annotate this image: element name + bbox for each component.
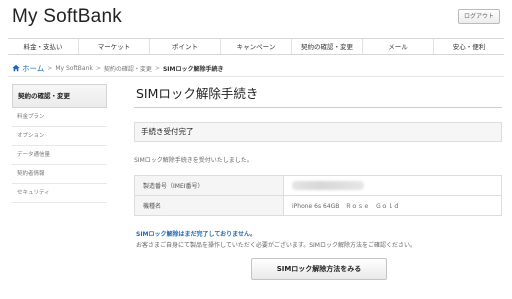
breadcrumb-mysoftbank[interactable]: My SoftBank bbox=[55, 65, 93, 72]
sidebar-item-plan[interactable]: 料金プラン bbox=[12, 108, 107, 127]
breadcrumb-contract[interactable]: 契約の確認・変更 bbox=[104, 64, 152, 73]
global-nav: 料金・支払い マーケット ポイント キャンペーン 契約の確認・変更 メール 安心… bbox=[8, 38, 504, 55]
sidebar-item-options[interactable]: オプション bbox=[12, 127, 107, 146]
nav-item-campaign[interactable]: キャンペーン bbox=[221, 39, 292, 54]
instruction-text: お客さまご自身にて製品を操作していただく必要がございます。SIMロック解除方法を… bbox=[136, 242, 416, 249]
imei-label: 製造番号（IMEI番号） bbox=[134, 175, 284, 196]
title-divider bbox=[134, 107, 502, 108]
nav-item-contract[interactable]: 契約の確認・変更 bbox=[292, 39, 363, 54]
model-value: iPhone 6s 64GB Ｒｏｓｅ Ｇｏｌｄ bbox=[283, 195, 502, 216]
main-content: SIMロック解除手続き 手続き受付完了 SIMロック解除手続きを受付いたしました… bbox=[134, 84, 502, 164]
brand-logo[interactable]: My SoftBank bbox=[12, 6, 122, 28]
device-info-table: 製造番号（IMEI番号） 機種名 iPhone 6s 64GB Ｒｏｓｅ Ｇｏｌ… bbox=[134, 175, 502, 216]
sidebar-item-data-usage[interactable]: データ通信量 bbox=[12, 146, 107, 165]
breadcrumb: ホーム > My SoftBank > 契約の確認・変更 > SIMロック解除手… bbox=[12, 63, 223, 73]
sidebar-heading[interactable]: 契約の確認・変更 bbox=[12, 84, 107, 108]
breadcrumb-home[interactable]: ホーム bbox=[22, 63, 44, 74]
table-row: 製造番号（IMEI番号） bbox=[134, 175, 502, 196]
sidebar-item-security[interactable]: セキュリティ bbox=[12, 184, 107, 203]
nav-item-points[interactable]: ポイント bbox=[150, 39, 221, 54]
nav-item-market[interactable]: マーケット bbox=[79, 39, 150, 54]
section-heading: 手続き受付完了 bbox=[134, 122, 502, 142]
sidebar-item-subscriber[interactable]: 契約者情報 bbox=[12, 165, 107, 184]
view-unlock-method-button[interactable]: SIMロック解除方法をみる bbox=[251, 258, 387, 280]
site-header: My SoftBank ログアウト bbox=[0, 0, 512, 36]
redacted-value bbox=[292, 181, 364, 190]
logout-button[interactable]: ログアウト bbox=[458, 9, 500, 24]
imei-value bbox=[283, 175, 502, 196]
model-label: 機種名 bbox=[134, 195, 284, 216]
nav-item-mail[interactable]: メール bbox=[363, 39, 434, 54]
sidebar: 契約の確認・変更 料金プラン オプション データ通信量 契約者情報 セキュリティ bbox=[12, 84, 107, 203]
incomplete-notice: SIMロック解除はまだ完了しておりません。 bbox=[136, 231, 256, 238]
home-icon bbox=[12, 64, 20, 72]
breadcrumb-separator: > bbox=[154, 64, 160, 72]
breadcrumb-current: SIMロック解除手続き bbox=[162, 65, 224, 73]
table-row: 機種名 iPhone 6s 64GB Ｒｏｓｅ Ｇｏｌｄ bbox=[134, 195, 502, 216]
breadcrumb-separator: > bbox=[47, 64, 53, 72]
breadcrumb-separator: > bbox=[95, 64, 101, 72]
nav-item-billing[interactable]: 料金・支払い bbox=[8, 39, 79, 54]
nav-item-safety[interactable]: 安心・便利 bbox=[434, 39, 504, 54]
breadcrumb-divider bbox=[8, 76, 504, 77]
status-message: SIMロック解除手続きを受付いたしました。 bbox=[134, 157, 253, 164]
page-title: SIMロック解除手続き bbox=[136, 86, 259, 101]
